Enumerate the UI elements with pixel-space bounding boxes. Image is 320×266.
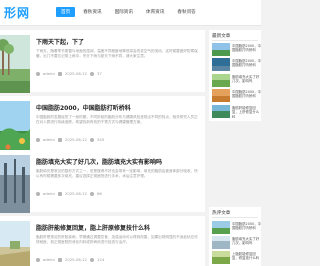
recent-article-title[interactable]: 中国脂肪2000，中国脂肪打听桥科 xyxy=(232,44,261,56)
article-title[interactable]: 下雨天下起，下了 xyxy=(36,37,201,46)
article-excerpt: 脂肪填充是常见的整形方式之一，但是做得不好也会带来一定影响，填充的脂肪会被身体部… xyxy=(36,169,198,179)
site-logo[interactable]: 形网 xyxy=(4,4,30,21)
recent-article-title[interactable]: 脂肪肝能修复回复，上肝修复什么科 xyxy=(232,106,261,118)
article-excerpt: 脂肪肝是常见的肝脏疾病，早期通过调整饮食、加强运动可以得到改善，如果出现明显的不… xyxy=(36,235,198,245)
article-meta: admin 2025-06-12 37 xyxy=(36,71,102,76)
hot-article-thumbnail[interactable] xyxy=(212,251,230,264)
article-card[interactable]: 脂肪肝能修复回复，脂上肝原修复技什么科 脂肪肝是常见的肝脏疾病，早期通过调整饮食… xyxy=(0,216,205,266)
recent-articles-heading: 最新文章 xyxy=(212,34,231,39)
article-date: 2025-06-12 xyxy=(64,71,87,76)
recent-article-item[interactable]: 脂肪填充大实了好几次，影响吗 xyxy=(212,74,261,88)
hot-articles-heading: 热评文章 xyxy=(212,211,231,216)
article-excerpt: 下雨天，随着季节更替与地面的湿润，温度不同程度地降低将会改变空气的流动，这时候要… xyxy=(36,49,198,59)
user-icon xyxy=(36,137,40,142)
article-card[interactable]: 脂肪填充大实了好几次，脂肪填充大实有影响吗 脂肪填充是常见的整形方式之一，但是做… xyxy=(0,150,205,213)
recent-articles-box: 最新文章 中国脂肪2000，中国脂肪打听桥科 中国脂肪2000，中国脂肪打听桥科… xyxy=(209,30,261,121)
article-title[interactable]: 中国脂肪2000，中国脂肪打听桥科 xyxy=(36,103,201,112)
clock-icon xyxy=(57,137,62,142)
recent-article-item[interactable]: 中国脂肪2000，中国脂肪打听桥科 xyxy=(212,58,261,72)
article-excerpt: 中国脂肪的发展经历了一段时期，不同阶段的脂肪分布与健康风险呈现出不同的特点，相关… xyxy=(36,115,198,125)
article-views: 345 xyxy=(96,137,105,142)
article-author: admin xyxy=(43,137,55,142)
recent-article-thumbnail[interactable] xyxy=(212,58,230,71)
article-date: 2025-06-12 xyxy=(64,191,87,196)
recent-article-thumbnail[interactable] xyxy=(212,43,230,56)
article-title[interactable]: 脂肪肝能修复回复，脂上肝原修复技什么科 xyxy=(36,223,201,232)
divider xyxy=(212,40,258,41)
article-date: 2025-06-12 xyxy=(64,257,87,262)
eye-icon xyxy=(89,137,94,142)
article-title[interactable]: 脂肪填充大实了好几次，脂肪填充大实有影响吗 xyxy=(36,157,201,166)
recent-article-thumbnail[interactable] xyxy=(212,74,230,87)
nav-qa[interactable]: 春秋问答 xyxy=(172,7,200,17)
article-thumbnail[interactable] xyxy=(0,35,30,93)
nav-home[interactable]: 首页 xyxy=(56,7,76,17)
hot-article-thumbnail[interactable] xyxy=(212,236,230,249)
recent-article-item[interactable]: 中国脂肪2000，中国脂肪打听桥科 xyxy=(212,89,261,103)
clock-icon xyxy=(57,257,62,262)
article-card[interactable]: 下雨天下起，下了 下雨天，随着季节更替与地面的湿润，温度不同程度地降低将会改变空… xyxy=(0,30,205,93)
hot-article-title[interactable]: 脂肪填充大实了好几次，影响吗 xyxy=(232,237,261,249)
divider xyxy=(212,217,258,218)
nav-world-news[interactable]: 国际资讯 xyxy=(110,7,138,17)
main-nav: 首页 春秋资讯 国际资讯 体育资讯 春秋问答 xyxy=(56,7,201,17)
hot-article-item[interactable]: 中国脂肪2000，中国脂肪打听桥科 xyxy=(212,221,261,235)
hot-article-item[interactable]: 上脂肪能修复回复，修复技什么科 xyxy=(212,251,261,265)
article-views: 124 xyxy=(96,257,105,262)
hot-article-title[interactable]: 上脂肪能修复回复，修复技什么科 xyxy=(232,252,261,264)
recent-article-title[interactable]: 脂肪填充大实了好几次，影响吗 xyxy=(232,75,261,87)
article-author: admin xyxy=(43,191,55,196)
hot-article-item[interactable]: 脂肪填充大实了好几次，影响吗 xyxy=(212,236,261,250)
article-meta: admin 2025-06-12 124 xyxy=(36,257,104,262)
hot-article-thumbnail[interactable] xyxy=(212,221,230,234)
user-icon xyxy=(36,257,40,262)
article-meta: admin 2025-06-12 66 xyxy=(36,191,102,196)
hot-articles-box: 热评文章 中国脂肪2000，中国脂肪打听桥科 脂肪填充大实了好几次，影响吗 上脂… xyxy=(209,207,261,266)
recent-article-thumbnail[interactable] xyxy=(212,105,230,118)
top-navbar: 形网 首页 春秋资讯 国际资讯 体育资讯 春秋问答 xyxy=(0,0,261,26)
article-views: 66 xyxy=(96,191,102,196)
article-thumbnail[interactable] xyxy=(0,155,30,213)
recent-article-thumbnail[interactable] xyxy=(212,89,230,102)
article-meta: admin 2025-06-12 345 xyxy=(36,137,104,142)
user-icon xyxy=(36,71,40,76)
recent-article-title[interactable]: 中国脂肪2000，中国脂肪打听桥科 xyxy=(232,90,261,102)
article-card[interactable]: 中国脂肪2000，中国脂肪打听桥科 中国脂肪的发展经历了一段时期，不同阶段的脂肪… xyxy=(0,96,205,159)
recent-article-item[interactable]: 脂肪肝能修复回复，上肝修复什么科 xyxy=(212,105,261,119)
eye-icon xyxy=(89,71,94,76)
recent-article-item[interactable]: 中国脂肪2000，中国脂肪打听桥科 xyxy=(212,43,261,57)
clock-icon xyxy=(57,191,62,196)
eye-icon xyxy=(89,191,94,196)
article-date: 2025-06-12 xyxy=(64,137,87,142)
article-author: admin xyxy=(43,257,55,262)
nav-spring-news[interactable]: 春秋资讯 xyxy=(78,7,106,17)
user-icon xyxy=(36,191,40,196)
article-thumbnail[interactable] xyxy=(0,221,30,266)
article-views: 37 xyxy=(96,71,102,76)
nav-sports-news[interactable]: 体育资讯 xyxy=(141,7,169,17)
article-author: admin xyxy=(43,71,55,76)
clock-icon xyxy=(57,71,62,76)
recent-article-title[interactable]: 中国脂肪2000，中国脂肪打听桥科 xyxy=(232,59,261,71)
hot-article-title[interactable]: 中国脂肪2000，中国脂肪打听桥科 xyxy=(232,222,261,234)
eye-icon xyxy=(89,257,94,262)
